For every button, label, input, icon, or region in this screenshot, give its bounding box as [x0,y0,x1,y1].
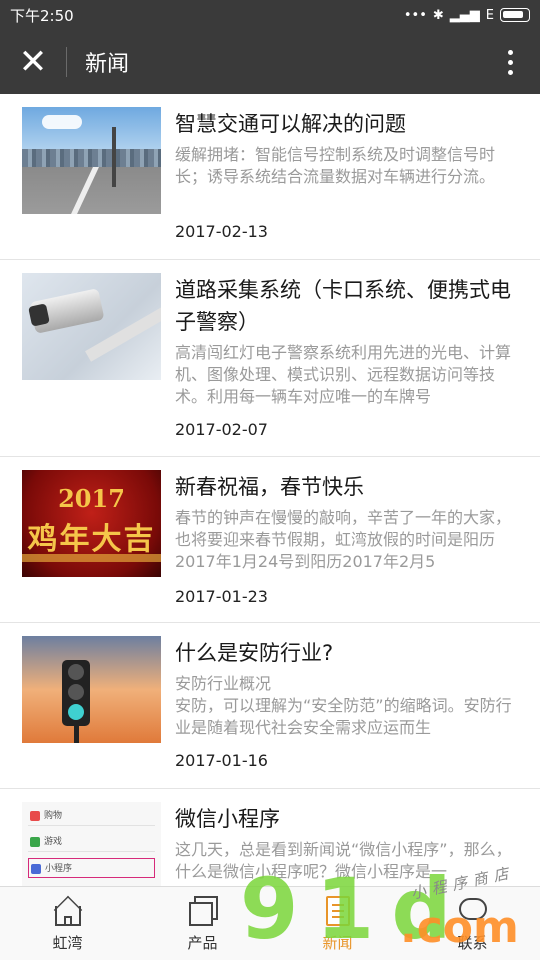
thumb-row-label: 游戏 [44,837,63,847]
news-item[interactable]: 什么是安防行业? 安防行业概况 安防，可以理解为“安全防范”的缩略词。安防行业是… [0,623,540,789]
news-date: 2017-02-13 [175,222,268,241]
news-title: 微信小程序 [175,807,280,831]
bluetooth-icon: ✱ [432,7,444,23]
news-title: 道路采集系统（卡口系统、便携式电子警察） [175,278,511,334]
wechat-menu-image: 购物 游戏 小程序 [22,802,161,886]
highway-bridge-image [22,107,161,214]
traffic-light-image [22,636,161,743]
tab-honwan[interactable]: 虹湾 [0,887,135,960]
product-icon [186,894,220,928]
thumb-year: 2017 [58,484,125,513]
news-summary: 这几天，总是看到新闻说“微信小程序”，那么，什么是微信小程序呢？微信小程序是一 [175,840,512,881]
more-icon[interactable] [480,30,540,94]
home-icon [51,894,85,928]
tab-bar: 虹湾 产品 新闻 联系 [0,886,540,960]
tab-news[interactable]: 新闻 [270,887,405,960]
news-date: 2017-01-23 [175,587,268,606]
tab-label: 虹湾 [52,934,83,952]
news-date: 2017-01-16 [175,751,268,770]
network-label: E [485,7,494,23]
page-title: 新闻 [85,52,130,77]
tab-products[interactable]: 产品 [135,887,270,960]
news-icon [321,894,355,928]
close-icon[interactable]: ✕ [0,30,66,94]
nav-divider [66,47,67,77]
news-date: 2017-02-07 [175,420,268,439]
status-icons: ••• ✱ ▂▄▆ E [404,8,530,23]
news-title: 什么是安防行业? [175,641,334,665]
tab-label: 新闻 [322,934,353,952]
news-list: 智慧交通可以解决的问题 缓解拥堵：智能信号控制系统及时调整信号时长；诱导系统结合… [0,94,540,886]
news-summary: 春节的钟声在慢慢的敲响，辛苦了一年的大家，也将要迎来春节假期，虹湾放假的时间是阳… [175,508,512,571]
thumb-greeting: 鸡年大吉 [27,522,156,557]
signal-icon: ▂▄▆ [449,7,480,23]
thumb-row-label: 购物 [44,811,63,821]
news-item[interactable]: 2017 鸡年大吉 新春祝福，春节快乐 春节的钟声在慢慢的敲响，辛苦了一年的大家… [0,457,540,623]
news-summary: 安防行业概况 安防，可以理解为“安全防范”的缩略词。安防行业是随着现代社会安全需… [175,674,512,737]
status-time: 下午2:50 [10,6,74,25]
tab-label: 联系 [457,934,488,952]
surveillance-camera-image [22,273,161,380]
tab-label: 产品 [187,934,218,952]
dots-icon: ••• [403,7,427,23]
news-item[interactable]: 道路采集系统（卡口系统、便携式电子警察） 高清闯红灯电子警察系统利用先进的光电、… [0,260,540,457]
news-summary: 高清闯红灯电子警察系统利用先进的光电、计算机、图像处理、模式识别、远程数据访问等… [175,343,512,406]
thumb-row-label: 小程序 [45,864,73,874]
news-item[interactable]: 购物 游戏 小程序 微信小程序 这几天，总是看到新闻说“微信小程序”，那么，什么… [0,789,540,886]
news-title: 智慧交通可以解决的问题 [175,112,406,136]
status-bar: 下午2:50 ••• ✱ ▂▄▆ E [0,0,540,30]
news-item[interactable]: 智慧交通可以解决的问题 缓解拥堵：智能信号控制系统及时调整信号时长；诱导系统结合… [0,94,540,260]
contact-icon [456,894,490,928]
news-title: 新春祝福，春节快乐 [175,475,364,499]
tab-contact[interactable]: 联系 [405,887,540,960]
battery-icon [500,8,530,22]
news-summary: 缓解拥堵：智能信号控制系统及时调整信号时长；诱导系统结合流量数据对车辆进行分流。 [175,145,496,186]
spring-festival-image: 2017 鸡年大吉 [22,470,161,577]
nav-bar: ✕ 新闻 [0,30,540,94]
